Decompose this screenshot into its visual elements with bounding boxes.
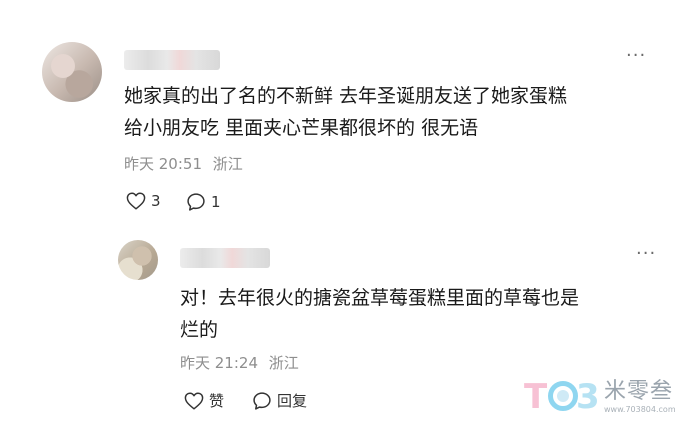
watermark-logo-dot	[557, 390, 569, 402]
more-options-icon[interactable]: ···	[636, 245, 656, 263]
comment-bubble-icon	[187, 193, 205, 211]
watermark-logo-3: 3	[576, 377, 600, 417]
comment-bubble-icon	[253, 391, 271, 410]
watermark-name: 米零叁	[604, 379, 674, 404]
comment-time: 昨天 20:51	[124, 155, 202, 173]
commenter-avatar[interactable]	[42, 42, 102, 102]
reply-time: 昨天 21:24	[180, 354, 258, 372]
comment-text-line: 她家真的出了名的不新鲜 去年圣诞朋友送了她家蛋糕	[124, 85, 568, 107]
like-label: 赞	[209, 392, 225, 410]
site-watermark: T 3 米零叁 www.703804.com	[524, 374, 689, 420]
reply-location: 浙江	[268, 354, 299, 372]
more-options-icon[interactable]: ···	[626, 47, 646, 65]
replier-name-blurred[interactable]	[180, 248, 270, 268]
watermark-url: www.703804.com	[604, 405, 676, 414]
reply-text: 对！去年很火的搪瓷盆草莓蛋糕里面的草莓也是 烂的	[180, 282, 579, 346]
heart-outline-icon	[126, 192, 146, 210]
reply-label: 回复	[277, 392, 308, 410]
reply-button[interactable]: 回复	[252, 390, 307, 411]
like-button[interactable]: 3	[126, 192, 161, 210]
watermark-logo: T 3	[524, 375, 602, 419]
comment-text-line: 给小朋友吃 里面夹心芒果都很坏的 很无语	[124, 117, 479, 139]
comment-location: 浙江	[212, 155, 243, 173]
reply-count: 1	[211, 193, 221, 211]
reply-text-line: 烂的	[180, 319, 219, 341]
heart-outline-icon	[184, 391, 204, 410]
reply-text-line: 对！去年很火的搪瓷盆草莓蛋糕里面的草莓也是	[180, 287, 580, 309]
commenter-name-blurred[interactable]	[124, 50, 220, 70]
comment-text: 她家真的出了名的不新鲜 去年圣诞朋友送了她家蛋糕 给小朋友吃 里面夹心芒果都很坏…	[124, 80, 567, 144]
watermark-logo-t: T	[524, 377, 548, 417]
replier-avatar[interactable]	[118, 240, 158, 280]
reply-meta: 昨天 21:24 浙江	[180, 352, 305, 373]
comment-meta: 昨天 20:51 浙江	[124, 153, 249, 174]
reply-button[interactable]: 1	[186, 192, 221, 212]
watermark-text: 米零叁 www.703804.com	[604, 379, 676, 415]
like-button[interactable]: 赞	[184, 390, 224, 411]
like-count: 3	[151, 192, 161, 210]
